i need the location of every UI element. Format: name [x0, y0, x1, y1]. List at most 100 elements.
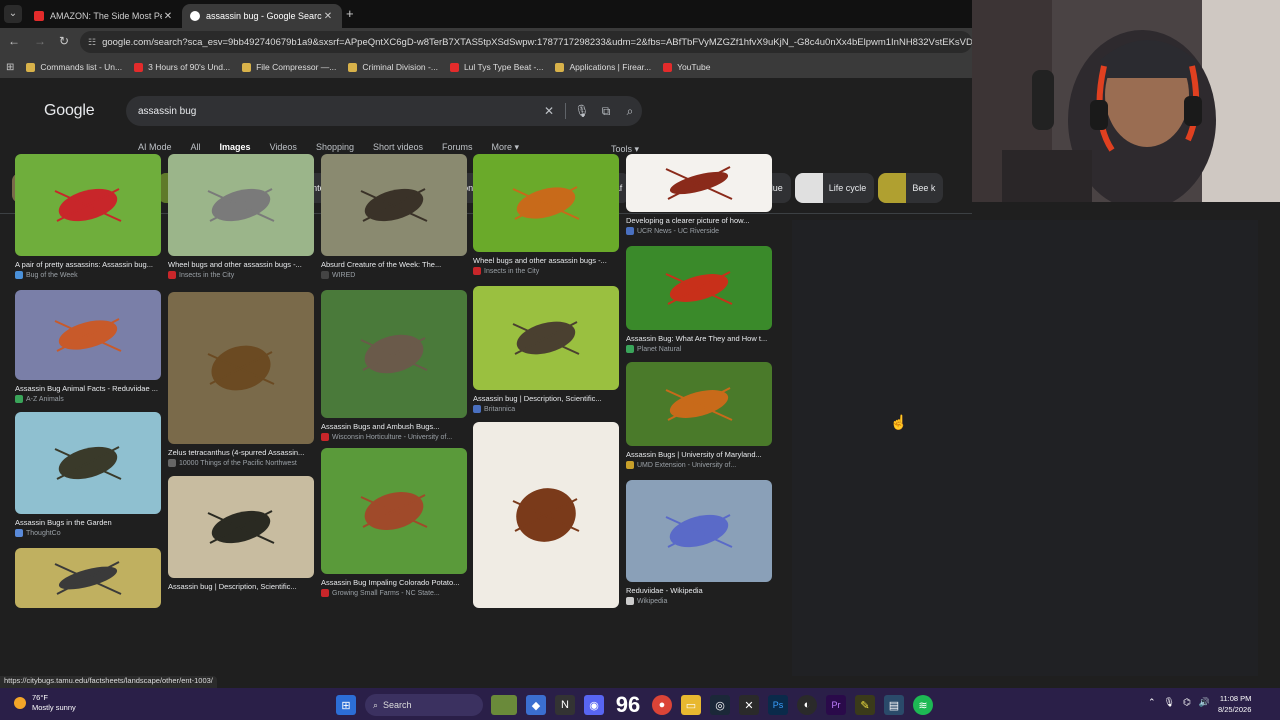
image-result[interactable]: Assassin bug | Description, Scientific..… — [473, 286, 619, 413]
bookmark-item[interactable]: Criminal Division -... — [348, 62, 438, 72]
file-explorer-icon[interactable]: ▭ — [681, 695, 701, 715]
result-thumbnail[interactable] — [473, 154, 619, 252]
image-result[interactable]: Assassin Bugs and Ambush Bugs... Wisconsi… — [321, 290, 467, 441]
result-title[interactable]: Developing a clearer picture of how... — [626, 216, 772, 225]
result-source[interactable]: Bug of the Week — [15, 271, 161, 279]
result-title[interactable]: Assassin bug | Description, Scientific..… — [168, 582, 314, 591]
start-icon[interactable]: ⊞ — [336, 695, 356, 715]
result-thumbnail[interactable] — [15, 154, 161, 256]
site-info-icon[interactable]: ☷ — [88, 37, 96, 48]
mic-tray-icon[interactable]: 🎙 — [1164, 697, 1175, 708]
image-result[interactable]: Assassin Bugs in the Garden ThoughtCo — [15, 412, 161, 537]
result-title[interactable]: Zelus tetracanthus (4-spurred Assassin..… — [168, 448, 314, 457]
bookmark-item[interactable]: Applications | Firear... — [555, 62, 651, 72]
chip-life-cycle[interactable]: Life cycle — [794, 173, 875, 203]
photoshop-icon[interactable]: Ps — [768, 695, 788, 715]
forward-icon[interactable]: → — [32, 34, 48, 48]
new-tab-icon[interactable]: + — [346, 6, 354, 21]
result-title[interactable]: Assassin Bugs in the Garden — [15, 518, 161, 527]
result-source[interactable]: Insects in the City — [168, 271, 314, 279]
image-result[interactable]: Reduviidae - Wikipedia Wikipedia — [626, 480, 772, 605]
clock[interactable]: 11:08 PM 8/25/2026 — [1218, 693, 1251, 715]
result-source[interactable]: Growing Small Farms - NC State... — [321, 589, 467, 597]
result-thumbnail[interactable] — [626, 246, 772, 330]
search-input[interactable] — [138, 105, 537, 117]
bookmark-item[interactable]: YouTube — [663, 62, 710, 72]
address-bar[interactable]: ☷ google.com/search?sca_esv=9bb492740679… — [80, 31, 972, 53]
result-thumbnail[interactable] — [321, 448, 467, 574]
chip-bee-k[interactable]: Bee k — [878, 173, 944, 203]
image-result[interactable]: Assassin bug | Description, Scientific..… — [168, 476, 314, 591]
result-thumbnail[interactable] — [321, 290, 467, 418]
spotify-icon[interactable]: ≋ — [913, 695, 933, 715]
result-thumbnail[interactable] — [626, 362, 772, 446]
result-thumbnail[interactable] — [168, 476, 314, 578]
bookmark-item[interactable]: File Compressor —... — [242, 62, 336, 72]
result-source[interactable]: UCR News - UC Riverside — [626, 227, 772, 235]
result-source[interactable]: 10000 Things of the Pacific Northwest — [168, 459, 314, 467]
image-result[interactable]: Zelus tetracanthus (4-spurred Assassin..… — [168, 292, 314, 467]
result-title[interactable]: Absurd Creature of the Week: The... — [321, 260, 467, 269]
tab-search-chevron-icon[interactable]: ⌄ — [4, 5, 22, 23]
taskbar-search[interactable]: ⌕ Search — [365, 694, 483, 716]
widgets-icon[interactable] — [491, 695, 517, 715]
result-title[interactable]: Reduviidae - Wikipedia — [626, 586, 772, 595]
bookmark-item[interactable]: Lul Tys Type Beat -... — [449, 62, 543, 72]
result-thumbnail[interactable] — [15, 412, 161, 514]
clear-icon[interactable]: ✕ — [537, 104, 561, 118]
result-thumbnail[interactable] — [473, 286, 619, 390]
weather-widget[interactable]: 76°F Mostly sunny — [14, 693, 76, 713]
notepad-icon[interactable]: ▤ — [884, 695, 904, 715]
result-source[interactable]: Britannica — [473, 405, 619, 413]
image-result[interactable]: Assassin Bugs | University of Maryland..… — [626, 362, 772, 469]
result-source[interactable]: ThoughtCo — [15, 529, 161, 537]
result-source[interactable]: Wikipedia — [626, 597, 772, 605]
result-title[interactable]: A pair of pretty assassins: Assassin bug… — [15, 260, 161, 269]
close-tab-icon[interactable]: ✕ — [322, 11, 334, 22]
result-source[interactable]: UMD Extension - University of... — [626, 461, 772, 469]
result-thumbnail[interactable] — [15, 290, 161, 380]
image-result[interactable]: Assassin Bug Animal Facts - Reduviidae .… — [15, 290, 161, 403]
result-thumbnail[interactable] — [626, 154, 772, 212]
image-result[interactable]: A pair of pretty assassins: Assassin bug… — [15, 154, 161, 279]
result-title[interactable]: Assassin Bug: What Are They and How t... — [626, 334, 772, 343]
premiere-icon[interactable]: Pr — [826, 695, 846, 715]
image-result[interactable]: Absurd Creature of the Week: The... WIRED — [321, 154, 467, 279]
image-result[interactable] — [473, 422, 619, 608]
bookmark-item[interactable]: 3 Hours of 90's Und... — [134, 62, 230, 72]
result-title[interactable]: Assassin Bugs and Ambush Bugs... — [321, 422, 467, 431]
result-thumbnail[interactable] — [626, 480, 772, 582]
copilot-icon[interactable]: ◆ — [526, 695, 546, 715]
result-source[interactable]: Wisconsin Horticulture - University of..… — [321, 433, 467, 441]
result-source[interactable]: Planet Natural — [626, 345, 772, 353]
result-source[interactable]: A-Z Animals — [15, 395, 161, 403]
image-result[interactable]: Assassin Bug Impaling Colorado Potato...… — [321, 448, 467, 597]
back-icon[interactable]: ← — [6, 34, 22, 48]
chrome-icon[interactable]: ● — [652, 695, 672, 715]
result-source[interactable]: Insects in the City — [473, 267, 619, 275]
obs-icon[interactable]: ◐ — [797, 695, 817, 715]
volume-icon[interactable]: 🔊 — [1199, 697, 1210, 708]
result-title[interactable]: Wheel bugs and other assassin bugs -... — [473, 256, 619, 265]
result-thumbnail[interactable] — [473, 422, 619, 608]
result-thumbnail[interactable] — [321, 154, 467, 256]
image-result[interactable]: Assassin Bug: What Are They and How t...… — [626, 246, 772, 353]
google-logo[interactable]: Google — [44, 102, 95, 120]
network-icon[interactable]: ⌬ — [1183, 697, 1191, 708]
reload-icon[interactable]: ↻ — [56, 34, 72, 48]
result-thumbnail[interactable] — [168, 154, 314, 256]
capcut-icon[interactable]: ✎ — [855, 695, 875, 715]
result-title[interactable]: Assassin Bugs | University of Maryland..… — [626, 450, 772, 459]
result-title[interactable]: Assassin bug | Description, Scientific..… — [473, 394, 619, 403]
result-title[interactable]: Wheel bugs and other assassin bugs -... — [168, 260, 314, 269]
image-result[interactable] — [15, 548, 161, 608]
bookmark-item[interactable]: Commands list - Un... — [26, 62, 122, 72]
result-thumbnail[interactable] — [168, 292, 314, 444]
image-result[interactable]: Wheel bugs and other assassin bugs -... I… — [168, 154, 314, 279]
lens-camera-icon[interactable]: ⧉ — [594, 104, 618, 119]
search-box[interactable]: ✕ 🎙 ⧉ ⌕ — [126, 96, 642, 126]
apps-grid-icon[interactable]: ⊞ — [6, 62, 14, 73]
image-result[interactable]: Wheel bugs and other assassin bugs -... I… — [473, 154, 619, 275]
notion-icon[interactable]: N — [555, 695, 575, 715]
result-title[interactable]: Assassin Bug Impaling Colorado Potato... — [321, 578, 467, 587]
